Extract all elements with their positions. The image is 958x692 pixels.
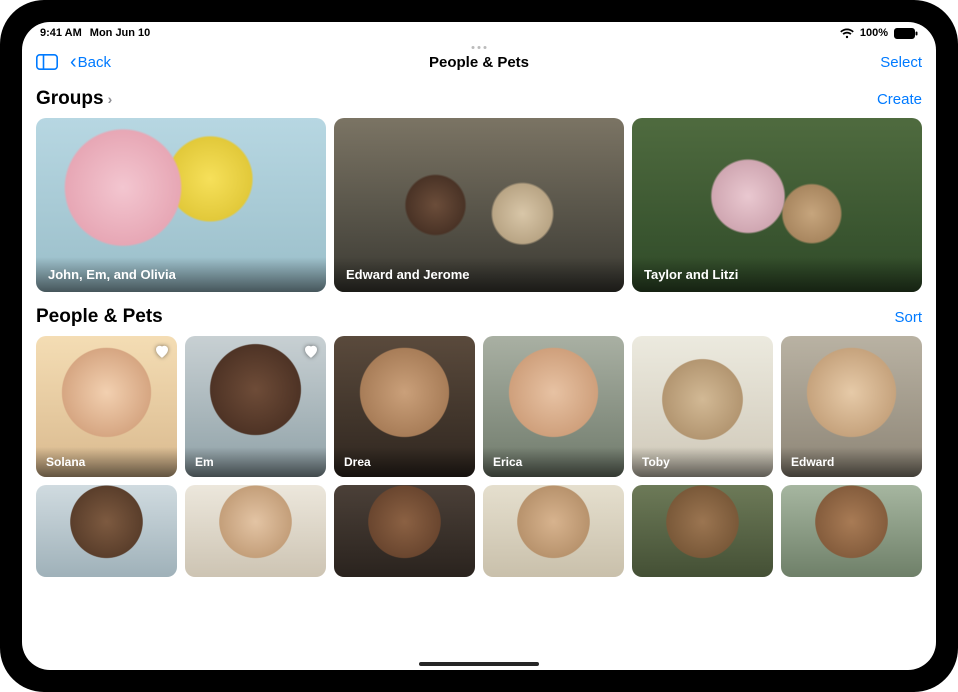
person-name: Edward — [781, 447, 922, 477]
group-label: Taylor and Litzi — [632, 257, 922, 292]
group-label: John, Em, and Olivia — [36, 257, 326, 292]
status-date: Mon Jun 10 — [90, 27, 151, 39]
groups-row: John, Em, and Olivia Edward and Jerome T… — [36, 118, 922, 292]
person-card[interactable] — [781, 485, 922, 577]
status-left: 9:41 AM Mon Jun 10 — [40, 27, 150, 39]
person-card[interactable]: Toby — [632, 336, 773, 477]
person-card[interactable]: Em — [185, 336, 326, 477]
person-name: Erica — [483, 447, 624, 477]
back-button[interactable]: ‹ Back — [70, 52, 111, 72]
person-card[interactable]: Drea — [334, 336, 475, 477]
person-card[interactable] — [632, 485, 773, 577]
groups-title-label: Groups — [36, 88, 104, 110]
favorite-heart-icon — [302, 342, 320, 360]
ipad-device-frame: 9:41 AM Mon Jun 10 100% — [0, 0, 958, 692]
people-title-label: People & Pets — [36, 306, 163, 328]
battery-percent: 100% — [860, 27, 888, 39]
person-card[interactable] — [185, 485, 326, 577]
person-name: Drea — [334, 447, 475, 477]
status-time: 9:41 AM — [40, 27, 82, 39]
page-title: People & Pets — [429, 54, 529, 71]
person-card[interactable]: Erica — [483, 336, 624, 477]
person-card[interactable] — [483, 485, 624, 577]
group-label: Edward and Jerome — [334, 257, 624, 292]
select-button[interactable]: Select — [880, 54, 922, 71]
favorite-heart-icon — [153, 342, 171, 360]
people-grid-row2 — [36, 485, 922, 577]
group-card[interactable]: Edward and Jerome — [334, 118, 624, 292]
person-name: Em — [185, 447, 326, 477]
back-label: Back — [78, 54, 111, 71]
sort-button[interactable]: Sort — [894, 309, 922, 326]
person-card[interactable]: Solana — [36, 336, 177, 477]
people-grid: Solana Em Drea Erica Toby — [36, 336, 922, 477]
person-name: Solana — [36, 447, 177, 477]
group-card[interactable]: John, Em, and Olivia — [36, 118, 326, 292]
group-card[interactable]: Taylor and Litzi — [632, 118, 922, 292]
person-name: Toby — [632, 447, 773, 477]
home-indicator[interactable] — [419, 662, 539, 666]
create-group-button[interactable]: Create — [877, 91, 922, 108]
content-scroll[interactable]: Groups › Create John, Em, and Olivia Edw… — [22, 82, 936, 670]
person-card[interactable] — [334, 485, 475, 577]
battery-icon — [894, 27, 918, 39]
status-right: 100% — [840, 27, 918, 39]
nav-bar: ‹ Back People & Pets Select — [22, 42, 936, 82]
people-header: People & Pets Sort — [36, 306, 922, 328]
groups-title[interactable]: Groups › — [36, 88, 112, 110]
groups-header: Groups › Create — [36, 88, 922, 110]
chevron-right-icon: › — [108, 91, 113, 107]
status-bar: 9:41 AM Mon Jun 10 100% — [22, 22, 936, 42]
wifi-icon — [840, 27, 854, 39]
screen: 9:41 AM Mon Jun 10 100% — [22, 22, 936, 670]
sidebar-toggle-icon[interactable] — [36, 52, 60, 72]
chevron-left-icon: ‹ — [70, 52, 77, 72]
people-title: People & Pets — [36, 306, 163, 328]
person-card[interactable]: Edward — [781, 336, 922, 477]
person-card[interactable] — [36, 485, 177, 577]
